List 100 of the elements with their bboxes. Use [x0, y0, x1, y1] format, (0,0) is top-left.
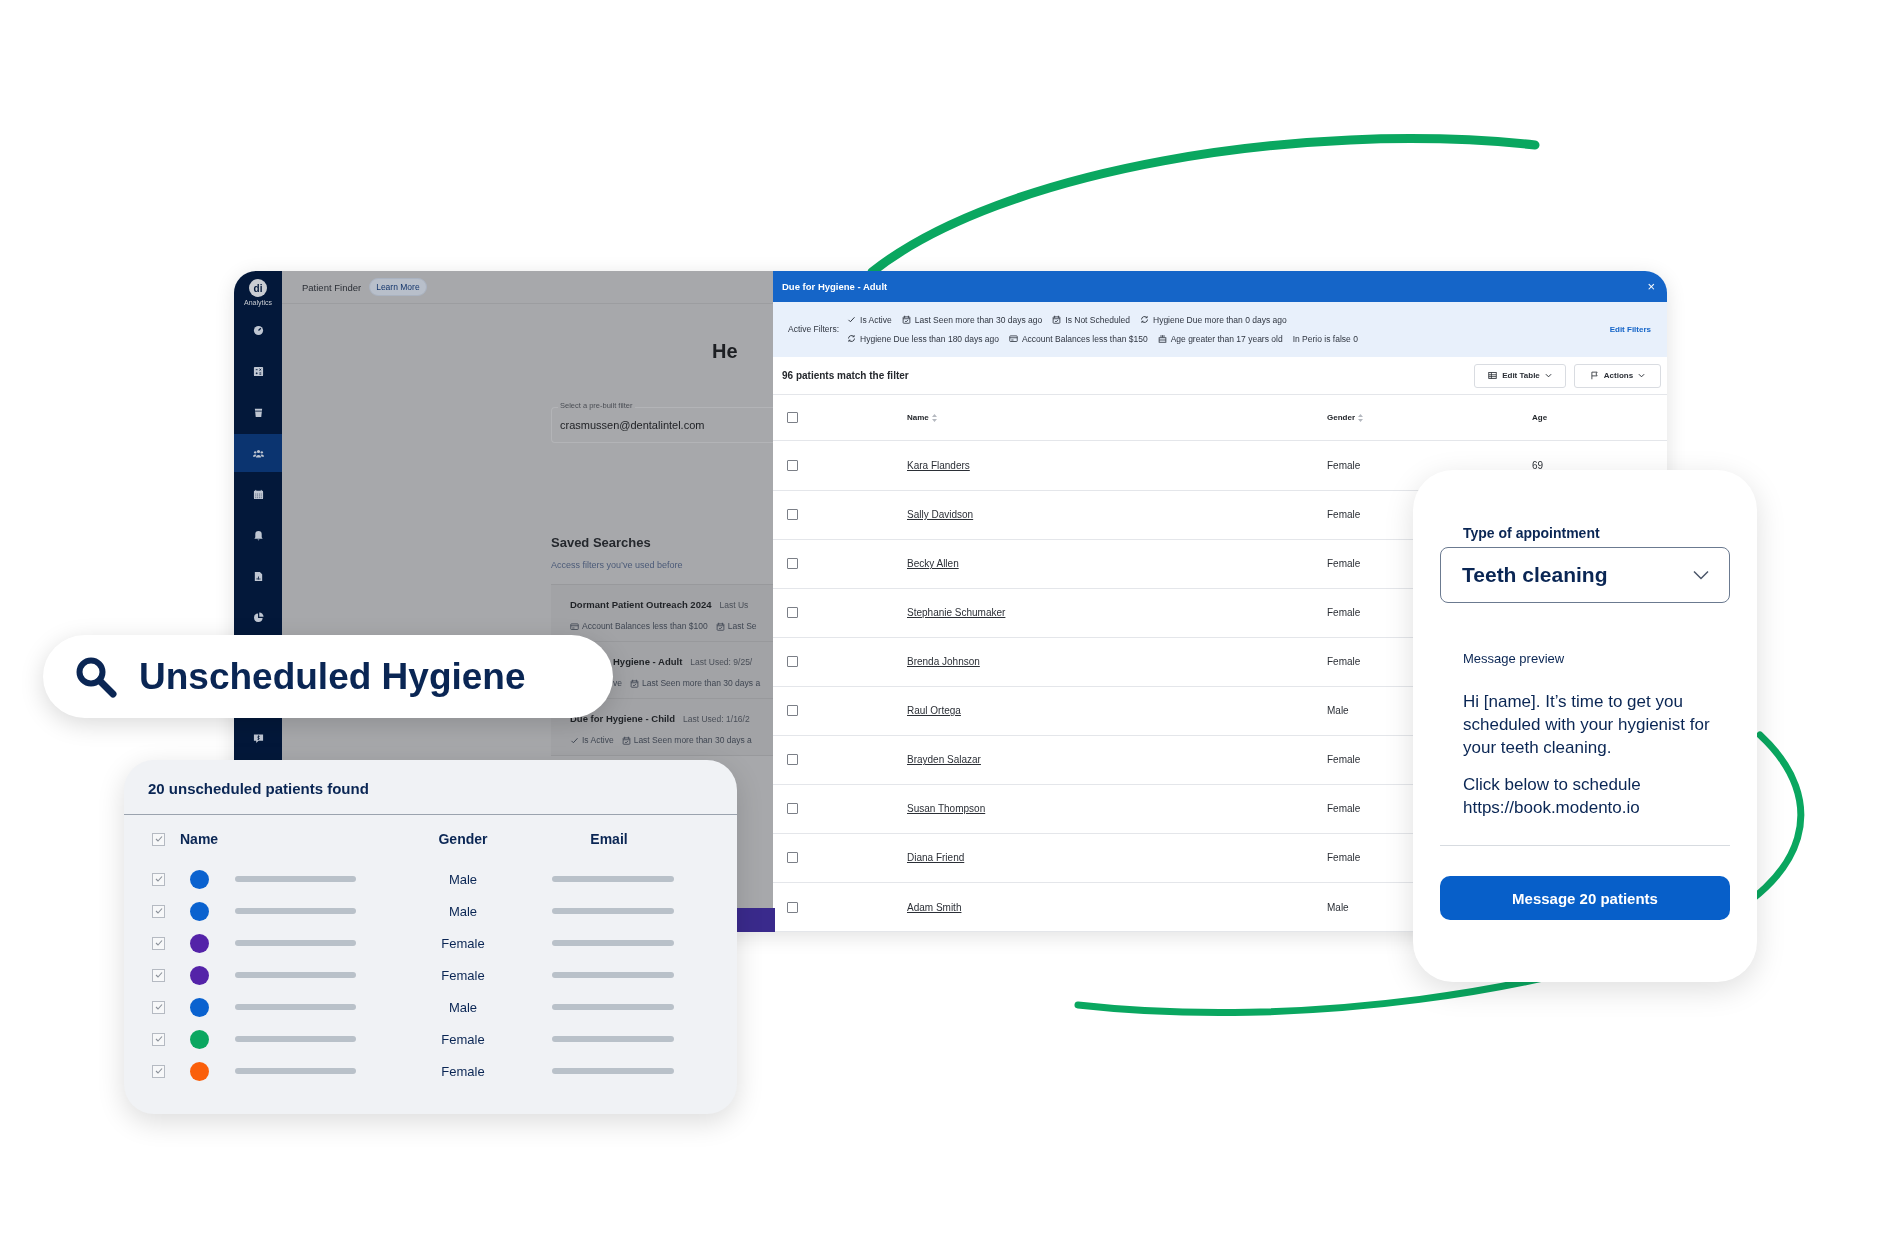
filter-text: Is Active — [860, 314, 892, 325]
column-header[interactable]: Name — [907, 413, 929, 423]
filter-text: Hygiene Due less than 180 days ago — [860, 333, 999, 344]
checkbox[interactable] — [787, 607, 798, 619]
table-cell: Female — [441, 935, 485, 951]
checkbox[interactable] — [787, 901, 798, 913]
people-icon — [252, 447, 264, 459]
checkbox[interactable] — [787, 705, 798, 717]
checkbox[interactable] — [787, 656, 798, 668]
table-cell: Female — [441, 1063, 485, 1079]
checkbox[interactable] — [152, 936, 165, 950]
checkmark-icon — [153, 1066, 164, 1076]
patient-name-link[interactable]: Brayden Salazar — [907, 754, 981, 766]
table-cell: Female — [1327, 459, 1361, 471]
patient-name-link[interactable]: Brenda Johnson — [907, 656, 980, 668]
checkbox[interactable] — [152, 968, 165, 982]
filter-text: Hygiene Due more than 0 days ago — [1153, 314, 1287, 325]
checkbox[interactable] — [787, 459, 798, 471]
filter-text: Account Balances less than $100 — [582, 621, 708, 631]
logo: di — [249, 279, 267, 297]
refresh-icon — [847, 334, 856, 344]
table-cell: Female — [1327, 803, 1361, 815]
last-used-text: Last Used: 1/16/2 — [683, 713, 750, 724]
filter-text: In Perio is false 0 — [1292, 333, 1358, 344]
refresh-icon — [1140, 315, 1149, 325]
checkbox[interactable] — [152, 904, 165, 918]
filters-label: Active Filters: — [788, 324, 839, 335]
filter-text: Is Active — [582, 735, 614, 745]
table-cell: Male — [448, 871, 478, 887]
patient-name-link[interactable]: Diana Friend — [907, 852, 965, 864]
filter-text: ve — [613, 678, 622, 688]
checkbox[interactable] — [787, 558, 798, 570]
close-button[interactable]: × — [1647, 278, 1655, 294]
checkmark-icon — [153, 906, 164, 916]
table-cell: 69 — [1532, 459, 1544, 471]
checkmark-icon — [153, 1034, 164, 1044]
filter-text: Last Seen more than 30 days a — [633, 735, 752, 745]
checkbox[interactable] — [152, 1032, 165, 1046]
calendar-icon — [901, 315, 911, 325]
search-text: Unscheduled Hygiene — [139, 655, 526, 698]
checkbox[interactable] — [787, 754, 798, 766]
checkbox[interactable] — [787, 803, 798, 815]
table-cell: Male — [448, 903, 478, 919]
appointment-type-dropdown[interactable]: Teeth cleaning — [1440, 547, 1730, 603]
table-cell: Female — [1327, 607, 1361, 619]
table-cell: Female — [1327, 852, 1361, 864]
table-cell: Male — [1327, 705, 1349, 717]
learn-more-link[interactable]: Learn More — [369, 278, 427, 296]
patient-name-link[interactable]: Sally Davidson — [907, 509, 974, 521]
checkbox[interactable] — [152, 832, 165, 846]
column-header[interactable]: Gender — [1327, 413, 1355, 423]
checkbox[interactable] — [152, 1064, 165, 1078]
checkbox[interactable] — [787, 852, 798, 864]
message-patients-button[interactable]: Message 20 patients — [1440, 876, 1730, 920]
caret-icon — [1544, 372, 1552, 380]
patient-name-link[interactable]: Adam Smith — [907, 901, 962, 913]
checkbox[interactable] — [787, 509, 798, 521]
saved-search-name: Dormant Patient Outreach 2024 — [570, 599, 712, 610]
calendar-icon — [252, 488, 264, 500]
column-header: Name — [180, 831, 219, 847]
field-label: Type of appointment — [1463, 525, 1601, 541]
dialog-title: Due for Hygiene - Adult — [782, 280, 888, 292]
checkmark-icon — [153, 874, 164, 884]
card-icon — [570, 621, 579, 631]
actions-button[interactable]: Actions — [1574, 363, 1661, 388]
caret-icon — [1638, 372, 1646, 380]
patient-name-link[interactable]: Becky Allen — [907, 558, 959, 570]
last-used-text: Last Used: 9/25/ — [690, 656, 753, 667]
pie-chart-icon — [252, 611, 264, 623]
preview-label: Message preview — [1463, 651, 1566, 666]
table-cell: Male — [1327, 901, 1349, 913]
checkmark-icon — [153, 970, 164, 980]
check-icon — [570, 735, 579, 745]
edit-filters-link[interactable]: Edit Filters — [1609, 324, 1651, 334]
filter-text: Last Seen more than 30 days a — [642, 678, 761, 688]
patient-name-link[interactable]: Kara Flanders — [907, 459, 970, 471]
checkbox[interactable] — [787, 412, 798, 424]
page-title: Patient Finder — [302, 281, 362, 293]
patient-name-link[interactable]: Raul Ortega — [907, 705, 961, 717]
filter-text: Account Balances less than $150 — [1021, 333, 1148, 344]
calendar-icon — [715, 621, 725, 631]
column-header[interactable]: Age — [1532, 413, 1548, 423]
patient-name-link[interactable]: Stephanie Schumaker — [907, 607, 1006, 619]
calculator-icon — [252, 365, 264, 377]
flag-icon — [1589, 371, 1599, 381]
table-cell: Female — [1327, 558, 1361, 570]
button-fragment — [735, 908, 775, 932]
checkbox[interactable] — [152, 872, 165, 886]
filter-text: Is Not Scheduled — [1065, 314, 1130, 325]
saved-search-name: Hygiene - Adult — [613, 656, 683, 667]
cake-icon — [1157, 334, 1167, 344]
message-text: Click below to schedule https://book.modento.io — [1463, 774, 1642, 819]
chat-icon — [252, 732, 264, 744]
column-header: Email — [590, 831, 628, 847]
edit-table-button[interactable]: Edit Table — [1474, 363, 1566, 388]
checkbox[interactable] — [152, 1000, 165, 1014]
match-count: 96 patients match the filter — [782, 370, 910, 382]
document-chart-icon — [252, 570, 264, 582]
check-icon — [847, 315, 856, 325]
patient-name-link[interactable]: Susan Thompson — [907, 803, 986, 815]
